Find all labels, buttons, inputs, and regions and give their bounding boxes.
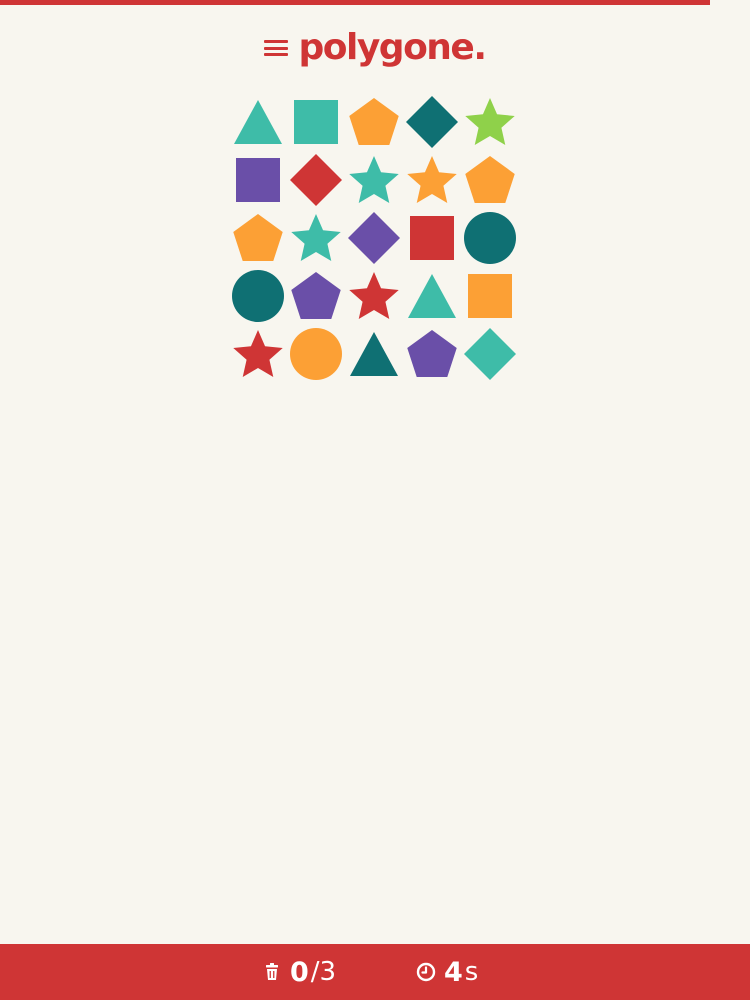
- pentagon-icon: [291, 272, 341, 320]
- purple-diamond-tile[interactable]: [345, 209, 403, 267]
- star-icon: [233, 330, 283, 378]
- dark-teal-diamond-tile[interactable]: [403, 93, 461, 151]
- star-icon: [291, 214, 341, 262]
- clock-icon: [416, 962, 436, 982]
- diamond-icon: [290, 154, 342, 206]
- star-icon: [349, 272, 399, 320]
- square-icon: [294, 100, 338, 144]
- pentagon-icon: [349, 98, 399, 146]
- timer-value: 4: [444, 956, 463, 988]
- star-icon: [465, 98, 515, 146]
- game-screen: polygone. 0 /3 4 s: [0, 0, 750, 1000]
- teal-triangle-tile[interactable]: [229, 93, 287, 151]
- orange-star-tile[interactable]: [403, 151, 461, 209]
- timer: 4 s: [416, 944, 478, 1000]
- teal-star-tile[interactable]: [345, 151, 403, 209]
- diamond-icon: [464, 328, 516, 380]
- red-square-tile[interactable]: [403, 209, 461, 267]
- pentagon-icon: [465, 156, 515, 204]
- orange-pentagon-tile[interactable]: [461, 151, 519, 209]
- moves-counter: 0 /3: [262, 944, 336, 1000]
- red-star-tile[interactable]: [345, 267, 403, 325]
- status-bar: 0 /3 4 s: [0, 944, 750, 1000]
- orange-pentagon-tile[interactable]: [345, 93, 403, 151]
- star-icon: [349, 156, 399, 204]
- moves-limit: /3: [310, 957, 337, 987]
- hamburger-menu-icon[interactable]: [264, 37, 289, 59]
- orange-pentagon-tile[interactable]: [229, 209, 287, 267]
- dark-teal-circle-tile[interactable]: [461, 209, 519, 267]
- timer-unit: s: [464, 957, 479, 987]
- diamond-icon: [406, 96, 458, 148]
- square-icon: [410, 216, 454, 260]
- purple-square-tile[interactable]: [229, 151, 287, 209]
- teal-diamond-tile[interactable]: [461, 325, 519, 383]
- moves-value: 0: [290, 956, 309, 988]
- diamond-icon: [348, 212, 400, 264]
- shape-grid: [229, 93, 519, 383]
- header: polygone.: [0, 22, 750, 74]
- purple-pentagon-tile[interactable]: [403, 325, 461, 383]
- circle-icon: [290, 328, 342, 380]
- triangle-icon: [350, 332, 398, 376]
- red-diamond-tile[interactable]: [287, 151, 345, 209]
- star-icon: [407, 156, 457, 204]
- triangle-icon: [234, 100, 282, 144]
- purple-pentagon-tile[interactable]: [287, 267, 345, 325]
- logo: polygone.: [298, 27, 487, 68]
- red-star-tile[interactable]: [229, 325, 287, 383]
- teal-triangle-tile[interactable]: [403, 267, 461, 325]
- circle-icon: [232, 270, 284, 322]
- green-star-tile[interactable]: [461, 93, 519, 151]
- triangle-icon: [408, 274, 456, 318]
- pentagon-icon: [407, 330, 457, 378]
- dark-teal-triangle-tile[interactable]: [345, 325, 403, 383]
- circle-icon: [464, 212, 516, 264]
- progress-bar: [0, 0, 710, 5]
- trash-icon: [266, 963, 278, 980]
- orange-square-tile[interactable]: [461, 267, 519, 325]
- square-icon: [468, 274, 512, 318]
- orange-circle-tile[interactable]: [287, 325, 345, 383]
- dark-teal-circle-tile[interactable]: [229, 267, 287, 325]
- square-icon: [236, 158, 280, 202]
- teal-star-tile[interactable]: [287, 209, 345, 267]
- pentagon-icon: [233, 214, 283, 262]
- teal-square-tile[interactable]: [287, 93, 345, 151]
